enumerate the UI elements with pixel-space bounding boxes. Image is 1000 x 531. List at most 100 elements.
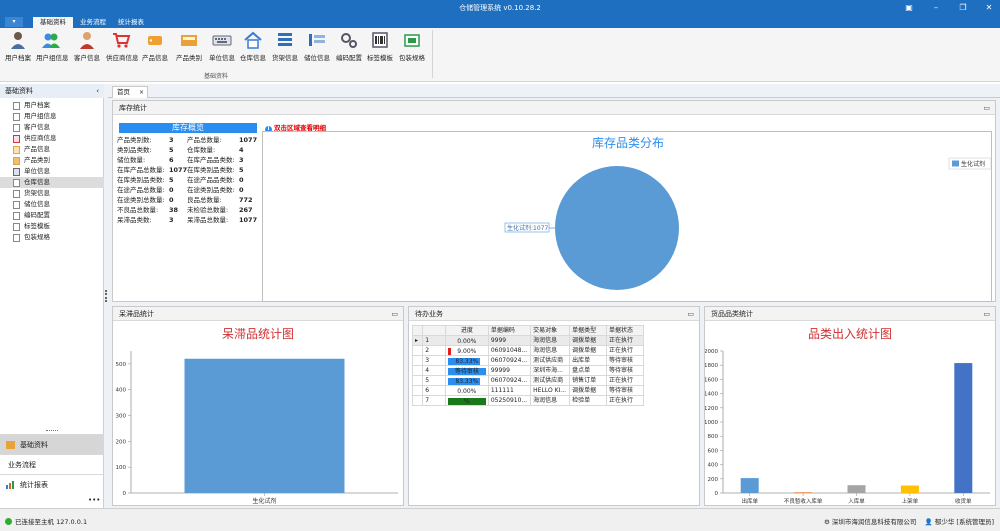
table-row[interactable]: 5 83.33% 06070924... 测试供应商 销售订单 正在执行 <box>411 375 644 386</box>
more-options-icon[interactable]: ••• <box>88 496 100 504</box>
sidebar-item-code-config[interactable]: 编码配置 <box>0 210 104 221</box>
maximize-icon[interactable]: ▭ <box>687 307 694 321</box>
ribbon-packaging[interactable]: 包装规格 <box>397 30 427 62</box>
category-panel: 货品品类统计 ▭ 品类出入统计图 0 200 400 600 800 1000 1200 14… <box>704 306 996 506</box>
document-icon <box>13 102 20 110</box>
sidebar-item-user-profile[interactable]: 用户档案 <box>0 100 104 111</box>
table-row[interactable]: 3 83.33% 06070924... 测试供应商 出库单 等待审核 <box>411 355 644 366</box>
slow-moving-bar-chart[interactable]: 0 100 200 300 400 500 生化试剂 <box>113 337 403 507</box>
app-menu-button[interactable]: ▾ <box>5 17 23 27</box>
table-row[interactable]: 2 9.00% 06091048... 海润信息 调拨单据 正在执行 <box>411 345 644 356</box>
progress-bar: 9.00% <box>447 347 486 355</box>
nav-business-process[interactable]: 业务流程 <box>0 454 104 474</box>
sidebar-item-product[interactable]: 产品信息 <box>0 144 104 155</box>
column-header[interactable]: 单据类型 <box>569 325 608 336</box>
ribbon-customer[interactable]: 客户信息 <box>72 30 102 62</box>
table-row[interactable]: 7% 05250910... 海润信息 检验单 正在执行 <box>411 395 644 406</box>
index-cell: 7 <box>422 395 446 406</box>
table-row[interactable]: 6 0.00% 111111 HELLO KI... 调拨单据 等待审核 <box>411 385 644 396</box>
stat-value: 5 <box>169 146 174 154</box>
progress-text: 83.33% <box>455 357 479 365</box>
ribbon-warehouse[interactable]: 仓库信息 <box>238 30 268 62</box>
nav-basic-data[interactable]: 基础资料 <box>0 434 104 454</box>
ribbon-code-config[interactable]: 编码配置 <box>334 30 364 62</box>
stat-label: 在途产品总数量: <box>117 186 165 194</box>
chevron-left-icon[interactable]: ‹ <box>96 84 99 98</box>
ribbon-supplier[interactable]: 供应商信息 <box>106 30 139 62</box>
document-tab-bar: 首页 × <box>108 84 1000 98</box>
sidebar-item-label-template[interactable]: 标签模板 <box>0 221 104 232</box>
close-tab-icon[interactable]: × <box>139 87 144 98</box>
ribbon-product-category[interactable]: 产品类别 <box>174 30 204 62</box>
sidebar-item-supplier[interactable]: 供应商信息 <box>0 133 104 144</box>
type-text: 销售订单 <box>572 377 597 384</box>
tab-basic-data[interactable]: 基础资料 <box>33 17 73 28</box>
bar <box>847 485 866 493</box>
tab-statistics[interactable]: 统计报表 <box>113 17 149 28</box>
sidebar-header[interactable]: 基础资料 ‹ <box>0 84 104 98</box>
sidebar-item-storage-location[interactable]: 储位信息 <box>0 199 104 210</box>
stat-value: 4 <box>239 146 244 154</box>
stat-label: 良品总数量: <box>187 196 222 204</box>
ribbon-separator <box>432 30 433 78</box>
column-header[interactable]: 进度 <box>444 325 489 336</box>
code-text: 9999 <box>490 337 507 344</box>
sidebar-item-unit[interactable]: 单位信息 <box>0 166 104 177</box>
sidebar-item-product-category[interactable]: 产品类别 <box>0 155 104 166</box>
ribbon-user-profile[interactable]: 用户档案 <box>3 30 33 62</box>
maximize-icon[interactable]: ▭ <box>983 101 990 115</box>
pie-chart-frame[interactable]: 库存品类分布 生化试剂:1077 生化试剂 <box>262 131 992 302</box>
progress-cell: 等待审核 <box>444 365 489 376</box>
stat-label: 在库产品品类数: <box>187 156 235 164</box>
ribbon-product[interactable]: 产品信息 <box>140 30 170 62</box>
ribbon-shelf[interactable]: 货架信息 <box>270 30 300 62</box>
ribbon-storage-location[interactable]: 储位信息 <box>302 30 332 62</box>
panel-header: 呆滞品统计 ▭ <box>113 307 403 321</box>
index-cell: 5 <box>422 375 446 386</box>
restore-icon[interactable]: ❐ <box>957 2 969 14</box>
tab-home[interactable]: 首页 × <box>112 86 148 98</box>
column-header[interactable]: 交易对象 <box>530 325 571 336</box>
maximize-icon[interactable]: ▭ <box>391 307 398 321</box>
sidebar-item-user-group[interactable]: 用户组信息 <box>0 111 104 122</box>
table-row[interactable]: 4 等待审核 99999 深圳市海... 盘点单 等待审核 <box>411 365 644 376</box>
code-text: 99999 <box>490 367 510 374</box>
status-cell: 等待审核 <box>606 385 644 396</box>
sidebar-item-warehouse[interactable]: 仓库信息 <box>0 177 104 188</box>
nav-statistics[interactable]: 统计报表 <box>0 474 104 494</box>
sidebar-item-packaging[interactable]: 包装规格 <box>0 232 104 243</box>
overview-title: 库存概览 <box>119 123 257 133</box>
status-cell: 正在执行 <box>606 345 644 356</box>
sidebar-item-customer[interactable]: 客户信息 <box>0 122 104 133</box>
tab-business-process[interactable]: 业务流程 <box>75 17 111 28</box>
progress-cell: 9.00% <box>444 345 489 356</box>
category-bar-chart[interactable]: 0 200 400 600 800 1000 1200 1400 1600 1800 2000 出库单… <box>705 337 995 507</box>
type-text: 调拨单据 <box>572 387 597 394</box>
pie-chart[interactable]: 生化试剂:1077 生化试剂 <box>263 132 991 300</box>
ribbon-unit[interactable]: 单位信息 <box>207 30 237 62</box>
y-tick-label: 100 <box>116 465 127 471</box>
splitter-grip-icon <box>105 290 107 302</box>
close-icon[interactable]: ✕ <box>983 2 995 14</box>
ribbon-user-group[interactable]: 用户组信息 <box>36 30 69 62</box>
maximize-icon[interactable]: ▭ <box>983 307 990 321</box>
y-tick-label: 0 <box>123 491 127 497</box>
document-icon <box>13 113 20 121</box>
stat-label: 在库类别品类数: <box>117 176 165 184</box>
stat-value: 267 <box>239 206 253 214</box>
progress-text: % <box>463 397 470 405</box>
minimize-icon[interactable]: – <box>930 2 942 14</box>
connection-status: 已连接至主机 127.0.0.1 <box>5 516 87 526</box>
sidebar-item-shelf[interactable]: 货架信息 <box>0 188 104 199</box>
stat-label: 不良品总数量: <box>117 206 159 214</box>
column-header[interactable]: 单据编码 <box>487 325 532 336</box>
basic-data-icon <box>6 441 15 449</box>
status-right: ⚙ 深圳市海润信息科技有限公司 👤 郁少华 [系统管理员] <box>824 516 994 526</box>
table-row[interactable]: ▸ 1 0.00% 9999 海润信息 调拨单据 正在执行 <box>411 335 644 346</box>
pin-icon[interactable]: ▣ <box>903 2 915 14</box>
status-text: 等待审核 <box>609 357 634 364</box>
column-header[interactable]: 单据状态 <box>606 325 644 336</box>
sidebar-resize-grip[interactable] <box>46 430 58 432</box>
ribbon-label-template[interactable]: 标签模板 <box>365 30 395 62</box>
progress-bar: 83.33% <box>447 377 486 385</box>
